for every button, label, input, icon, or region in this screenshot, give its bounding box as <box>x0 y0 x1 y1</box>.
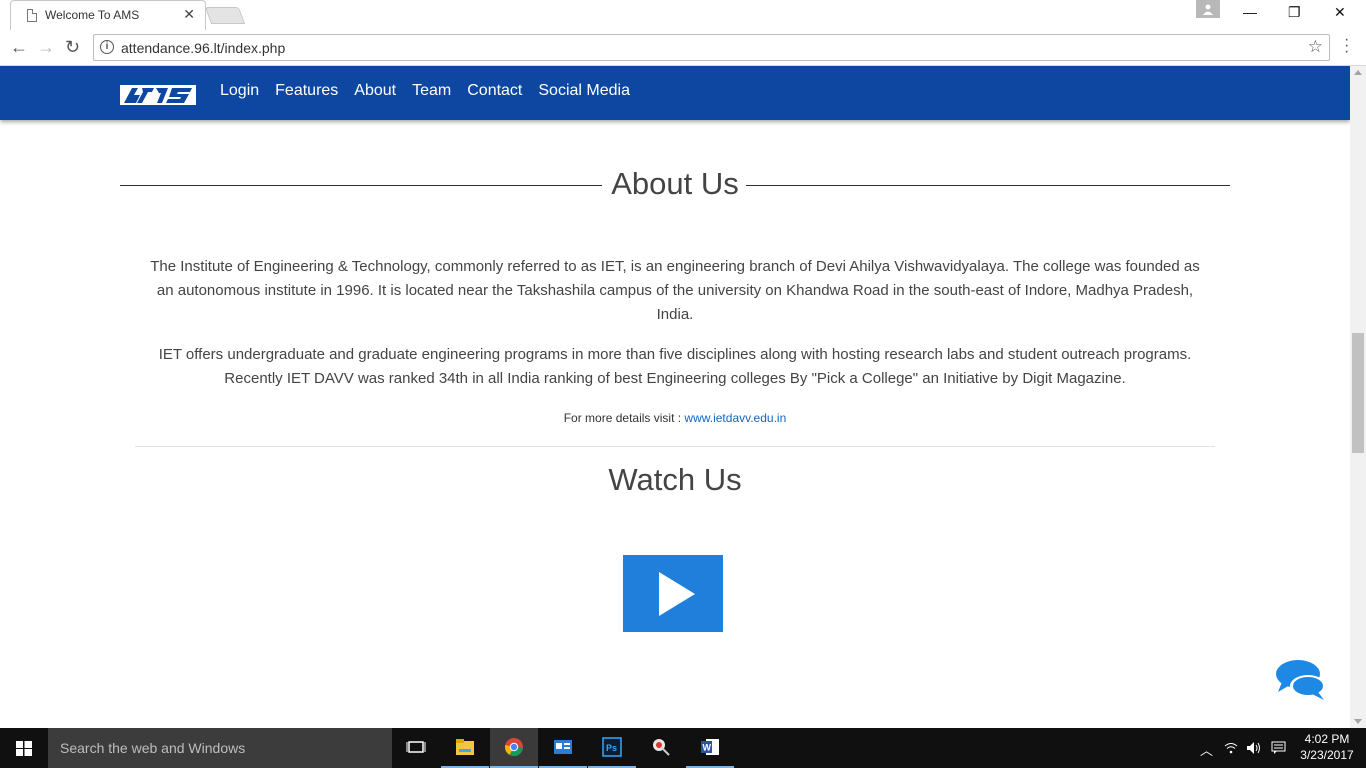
tab-title: Welcome To AMS <box>45 8 140 22</box>
action-center-icon[interactable] <box>1271 741 1286 755</box>
more-details: For more details visit : www.ietdavv.edu… <box>140 411 1210 425</box>
restore-button[interactable]: ❐ <box>1288 4 1301 21</box>
nav-about[interactable]: About <box>354 82 396 100</box>
play-video-button[interactable] <box>623 555 723 632</box>
page-scrollbar[interactable] <box>1350 66 1366 728</box>
contacts-icon[interactable] <box>539 728 587 768</box>
reload-button[interactable]: ↻ <box>65 37 80 58</box>
file-explorer-icon[interactable] <box>441 728 489 768</box>
scroll-down-icon[interactable] <box>1354 719 1362 724</box>
divider-line <box>746 185 1230 186</box>
info-icon[interactable]: i <box>100 40 114 54</box>
address-bar[interactable]: i attendance.96.lt/index.php ☆ <box>93 34 1330 61</box>
page-viewport: Login Features About Team Contact Social… <box>0 66 1350 728</box>
site-navbar: Login Features About Team Contact Social… <box>0 66 1350 120</box>
clock-date: 3/23/2017 <box>1300 748 1354 762</box>
ietdavv-link[interactable]: www.ietdavv.edu.in <box>684 411 786 425</box>
browser-toolbar: ← → ↻ i attendance.96.lt/index.php ☆ · · · <box>0 30 1366 66</box>
about-title: About Us <box>611 166 739 201</box>
new-tab-button[interactable] <box>204 7 246 24</box>
scroll-up-icon[interactable] <box>1354 70 1362 75</box>
about-heading: About Us <box>120 166 1230 206</box>
profile-icon[interactable] <box>1196 0 1220 18</box>
volume-icon[interactable] <box>1246 741 1262 755</box>
chrome-icon[interactable] <box>490 728 538 768</box>
snipping-icon[interactable] <box>637 728 685 768</box>
windows-logo-icon <box>16 741 32 756</box>
back-button[interactable]: ← <box>10 37 28 58</box>
svg-text:W: W <box>703 743 712 753</box>
svg-text:Ps: Ps <box>606 743 617 753</box>
ams-logo[interactable] <box>120 85 196 105</box>
nav-team[interactable]: Team <box>412 82 451 100</box>
tab-close-icon[interactable]: ✕ <box>183 6 195 23</box>
search-placeholder: Search the web and Windows <box>60 740 246 756</box>
browser-tab[interactable]: Welcome To AMS ✕ <box>10 0 206 30</box>
forward-button[interactable]: → <box>37 37 55 58</box>
clock-time: 4:02 PM <box>1304 732 1350 746</box>
browser-menu-icon[interactable]: · · · <box>1344 32 1349 60</box>
nav-login[interactable]: Login <box>220 82 259 100</box>
start-button[interactable] <box>0 728 48 768</box>
section-divider <box>135 446 1215 447</box>
minimize-button[interactable]: — <box>1243 4 1257 20</box>
windows-taskbar: Search the web and Windows Ps W ︿ 4:02 P… <box>0 728 1366 768</box>
more-details-prefix: For more details visit : <box>563 411 685 425</box>
about-paragraph-1: The Institute of Engineering & Technolog… <box>150 258 1200 323</box>
nav-links: Login Features About Team Contact Social… <box>220 82 630 100</box>
nav-contact[interactable]: Contact <box>467 82 522 100</box>
watch-title: Watch Us <box>608 462 742 497</box>
nav-features[interactable]: Features <box>275 82 338 100</box>
nav-social-media[interactable]: Social Media <box>538 82 630 100</box>
about-paragraph-2: IET offers undergraduate and graduate en… <box>158 346 1192 387</box>
taskbar-clock[interactable]: 4:02 PM 3/23/2017 <box>1296 731 1358 763</box>
scrollbar-thumb[interactable] <box>1352 333 1364 453</box>
tray-chevron-icon[interactable]: ︿ <box>1200 740 1213 759</box>
bookmark-star-icon[interactable]: ☆ <box>1308 37 1323 57</box>
chat-icon[interactable] <box>1274 658 1330 702</box>
browser-tabstrip: Welcome To AMS ✕ — ❐ ✕ <box>0 0 1366 30</box>
page-icon <box>27 9 37 22</box>
task-view-icon[interactable] <box>392 728 440 768</box>
word-icon[interactable]: W <box>686 728 734 768</box>
wifi-icon[interactable] <box>1224 742 1238 754</box>
taskbar-search[interactable]: Search the web and Windows <box>48 728 392 768</box>
close-window-button[interactable]: ✕ <box>1334 4 1346 21</box>
photoshop-icon[interactable]: Ps <box>588 728 636 768</box>
url-text[interactable]: attendance.96.lt/index.php <box>121 40 285 56</box>
